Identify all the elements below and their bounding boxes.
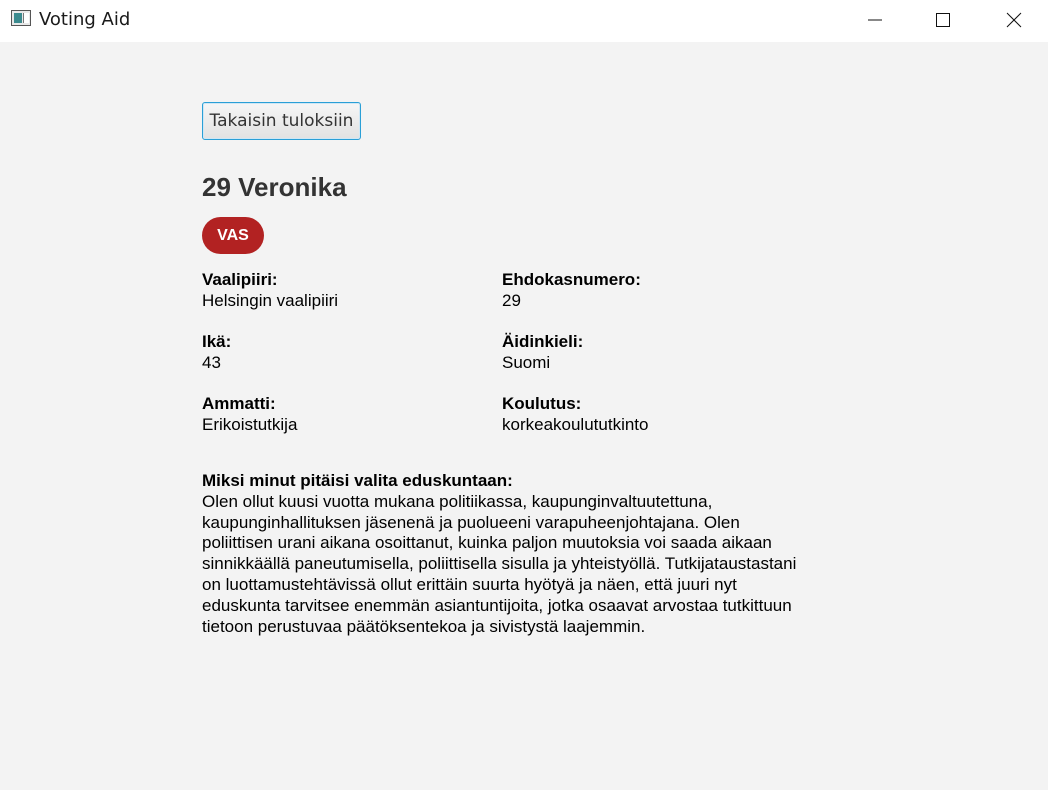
party-badge: VAS <box>202 217 264 254</box>
motivation-label: Miksi minut pitäisi valita eduskuntaan: <box>202 471 513 490</box>
language-label: Äidinkieli: <box>502 332 584 351</box>
window-title: Voting Aid <box>39 9 131 30</box>
motivation-line: poliittisen urani aikana osoittanut, kui… <box>202 533 772 553</box>
back-to-results-button[interactable]: Takaisin tuloksiin <box>202 102 361 140</box>
minimize-icon <box>868 19 882 21</box>
motivation-line: on luottamustehtävissä ollut erittäin su… <box>202 574 737 594</box>
motivation-line: eduskunta tarvitsee enemmän asiantuntijo… <box>202 595 792 615</box>
motivation-line: kaupunginhallituksen jäsenenä ja puoluee… <box>202 512 740 532</box>
motivation-line: sinnikkäällä paneutumisella, poliittisel… <box>202 554 797 574</box>
motivation-line: tietoon perustuvaa päätöksentekoa ja siv… <box>202 616 646 636</box>
education-label: Koulutus: <box>502 394 582 413</box>
language-field: Äidinkieli: Suomi <box>502 331 583 373</box>
education-value: korkeakoulututkinto <box>502 415 649 434</box>
age-value: 43 <box>202 353 221 372</box>
district-label: Vaalipiiri: <box>202 270 278 289</box>
app-icon <box>11 10 31 26</box>
motivation-section: Miksi minut pitäisi valita eduskuntaan: … <box>202 471 842 637</box>
age-label: Ikä: <box>202 332 232 351</box>
occupation-field: Ammatti: Erikoistutkija <box>202 393 297 435</box>
district-field: Vaalipiiri: Helsingin vaalipiiri <box>202 269 338 311</box>
candidate-number-value: 29 <box>502 291 521 310</box>
minimize-button[interactable] <box>840 0 910 40</box>
candidate-title: 29 Veronika <box>202 172 347 202</box>
close-button[interactable] <box>979 0 1048 40</box>
maximize-button[interactable] <box>908 0 978 40</box>
district-value: Helsingin vaalipiiri <box>202 291 339 310</box>
candidate-number-field: Ehdokasnumero: 29 <box>502 269 641 311</box>
language-value: Suomi <box>502 353 551 372</box>
occupation-value: Erikoistutkija <box>202 415 298 434</box>
candidate-number-label: Ehdokasnumero: <box>502 270 641 289</box>
title-bar: Voting Aid <box>0 0 1048 42</box>
education-field: Koulutus: korkeakoulututkinto <box>502 393 648 435</box>
close-icon <box>1006 12 1022 28</box>
motivation-line: Olen ollut kuusi vuotta mukana politiika… <box>202 491 713 511</box>
occupation-label: Ammatti: <box>202 394 276 413</box>
age-field: Ikä: 43 <box>202 331 231 373</box>
maximize-icon <box>936 13 950 27</box>
